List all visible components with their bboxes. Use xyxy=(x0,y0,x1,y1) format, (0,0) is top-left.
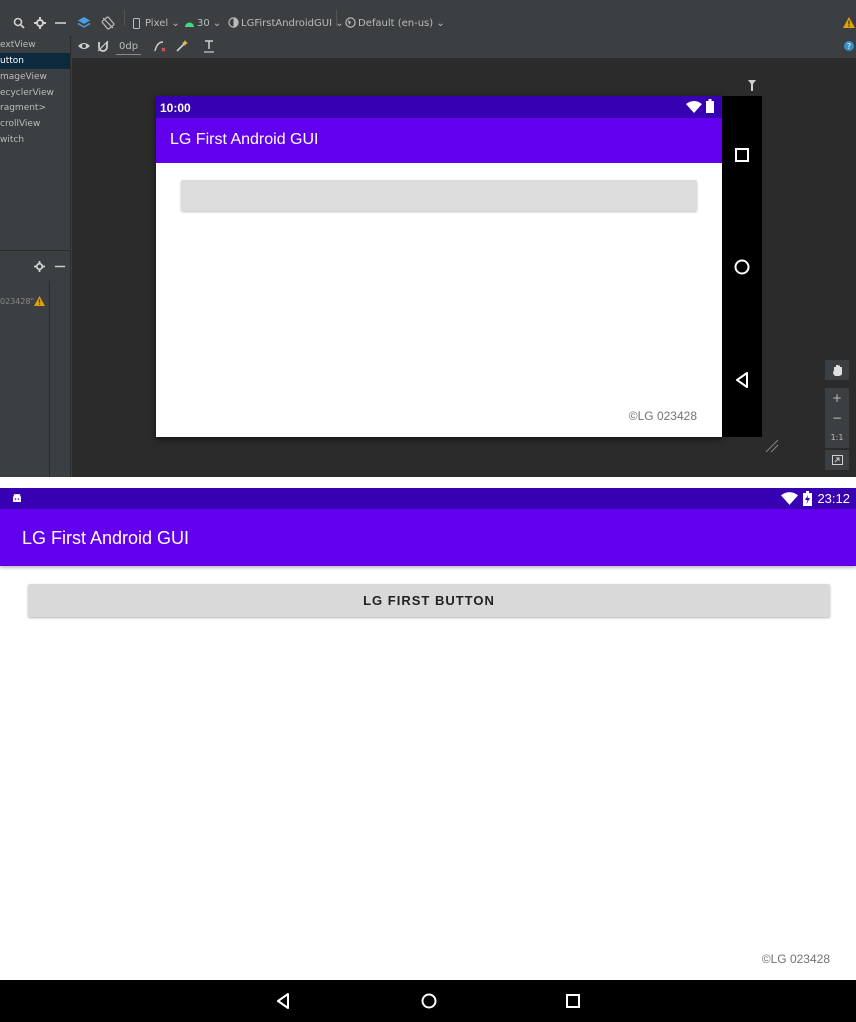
gear-icon[interactable] xyxy=(34,261,45,272)
zoom-reset-button[interactable]: 1:1 xyxy=(825,428,849,448)
palette-item-recyclerview[interactable]: ecyclerView xyxy=(0,85,70,101)
back-icon[interactable] xyxy=(276,993,290,1009)
android-icon xyxy=(185,22,194,27)
gear-icon[interactable] xyxy=(34,17,46,29)
preview-nav-bar xyxy=(722,96,762,437)
theme-icon xyxy=(228,17,239,28)
preview-app-title: LG First Android GUI xyxy=(170,131,319,148)
infer-constraints-icon[interactable] xyxy=(176,40,188,52)
palette-item-imageview[interactable]: mageView xyxy=(0,69,70,85)
api-level-selector[interactable]: 30 ⌄ xyxy=(197,17,221,31)
design-toolbar: Pixel ⌄ 30 ⌄ LGFirstAndroidGUI ⌄ Default… xyxy=(0,0,856,37)
baseline-icon[interactable] xyxy=(203,40,215,53)
fit-screen-icon xyxy=(831,455,843,465)
wifi-icon xyxy=(686,101,702,113)
warning-icon[interactable] xyxy=(34,296,45,306)
device-phone-icon xyxy=(133,18,140,29)
eye-icon[interactable] xyxy=(78,41,90,51)
palette-item-fragment[interactable]: ragment> xyxy=(0,100,70,116)
svg-text:?: ? xyxy=(847,42,851,51)
device-app-bar: LG First Android GUI xyxy=(0,509,856,566)
preview-button[interactable] xyxy=(181,180,697,211)
android-debug-icon xyxy=(13,493,21,502)
palette-item-switch[interactable]: witch xyxy=(0,132,70,148)
palette-item-scrollview[interactable]: crollView xyxy=(0,116,70,132)
layers-icon[interactable] xyxy=(77,16,91,30)
clear-constraints-icon[interactable] xyxy=(154,40,166,52)
palette-item-textview[interactable]: extView xyxy=(0,37,70,53)
zoom-in-button[interactable]: + xyxy=(825,388,849,408)
tree-divider xyxy=(49,281,50,477)
device-status-time: 23:12 xyxy=(817,491,850,506)
palette-panel: extView utton mageView ecyclerView ragme… xyxy=(0,36,71,249)
tree-node-label[interactable]: 023428" xyxy=(0,296,34,308)
minimize-icon[interactable] xyxy=(55,17,66,29)
home-icon[interactable] xyxy=(734,259,750,275)
device-status-bar: 23:12 xyxy=(0,488,856,509)
device-copyright: ©LG 023428 xyxy=(761,952,830,966)
magnet-off-icon[interactable] xyxy=(97,40,109,52)
resize-handle-icon[interactable] xyxy=(764,438,780,454)
theme-selector[interactable]: LGFirstAndroidGUI ⌄ xyxy=(241,17,344,31)
lg-first-button[interactable]: LG FIRST BUTTON xyxy=(28,584,830,617)
hand-icon xyxy=(832,365,842,376)
globe-icon xyxy=(345,17,356,28)
orientation-icon[interactable] xyxy=(101,16,115,30)
pin-icon[interactable] xyxy=(748,80,756,91)
zoom-out-button[interactable]: − xyxy=(825,408,849,428)
preview-status-time: 10:00 xyxy=(160,101,191,115)
preview-copyright: ©LG 023428 xyxy=(628,409,697,423)
preview-status-bar: 10:00 xyxy=(156,96,722,118)
search-icon[interactable] xyxy=(13,17,25,29)
device-selector[interactable]: Pixel ⌄ xyxy=(145,17,180,31)
home-icon[interactable] xyxy=(421,993,437,1009)
back-icon[interactable] xyxy=(735,372,749,388)
pan-button[interactable] xyxy=(825,360,849,380)
help-icon[interactable]: ? xyxy=(844,41,854,51)
layout-preview[interactable]: 10:00 LG First Android GUI ©LG 023428 xyxy=(156,96,722,437)
component-tree-panel: 023428" xyxy=(0,281,71,477)
minimize-icon[interactable] xyxy=(55,261,65,272)
device-app-title: LG First Android GUI xyxy=(22,528,190,548)
recents-icon[interactable] xyxy=(566,994,580,1008)
view-options-toolbar: 0dp ? xyxy=(72,36,856,58)
locale-selector[interactable]: Default (en-us) ⌄ xyxy=(358,17,445,31)
palette-item-button[interactable]: utton xyxy=(0,53,70,69)
zoom-controls: + − 1:1 xyxy=(825,360,849,472)
default-margin-field[interactable]: 0dp xyxy=(116,40,142,55)
battery-icon xyxy=(706,99,714,113)
device-nav-bar xyxy=(0,980,856,1022)
battery-charging-icon xyxy=(803,491,812,506)
android-studio-window: Pixel ⌄ 30 ⌄ LGFirstAndroidGUI ⌄ Default… xyxy=(0,0,856,477)
wifi-icon xyxy=(781,492,798,505)
emulator-screen: 23:12 LG First Android GUI LG FIRST BUTT… xyxy=(0,488,856,1022)
warning-icon[interactable] xyxy=(843,17,855,28)
component-tree-header xyxy=(0,250,71,281)
recents-icon[interactable] xyxy=(735,148,749,162)
zoom-fit-button[interactable] xyxy=(825,450,849,470)
